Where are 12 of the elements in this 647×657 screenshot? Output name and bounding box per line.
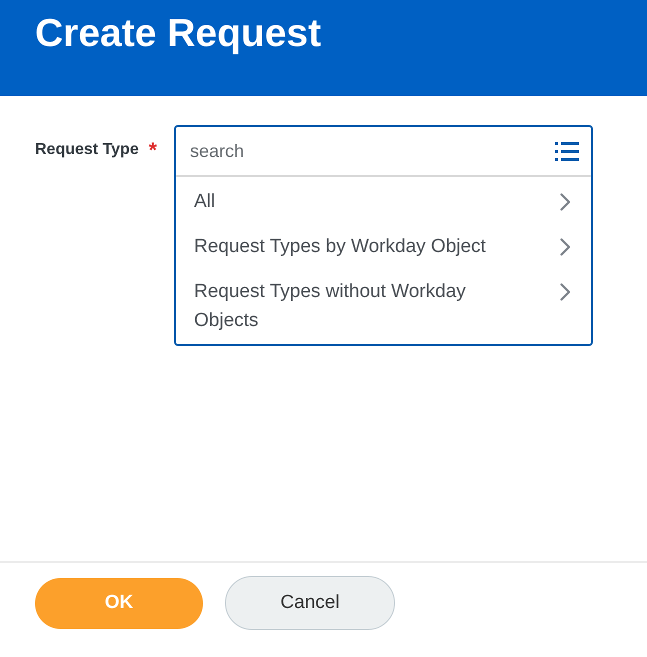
chevron-right-icon xyxy=(560,238,571,256)
page-title: Create Request xyxy=(35,12,322,56)
chevron-right-icon xyxy=(560,283,571,301)
search-field[interactable]: search xyxy=(190,140,547,162)
dropdown-option[interactable]: All xyxy=(176,179,591,224)
required-mark: * xyxy=(148,138,157,161)
dropdown-option[interactable]: Request Types without Workday Objects xyxy=(176,269,591,343)
dropdown-option[interactable]: Request Types by Workday Object xyxy=(176,224,591,269)
chevron-right-icon xyxy=(560,193,571,211)
field-label: Request Type xyxy=(35,140,139,160)
list-icon[interactable] xyxy=(555,142,579,160)
cancel-button[interactable]: Cancel xyxy=(225,576,395,630)
